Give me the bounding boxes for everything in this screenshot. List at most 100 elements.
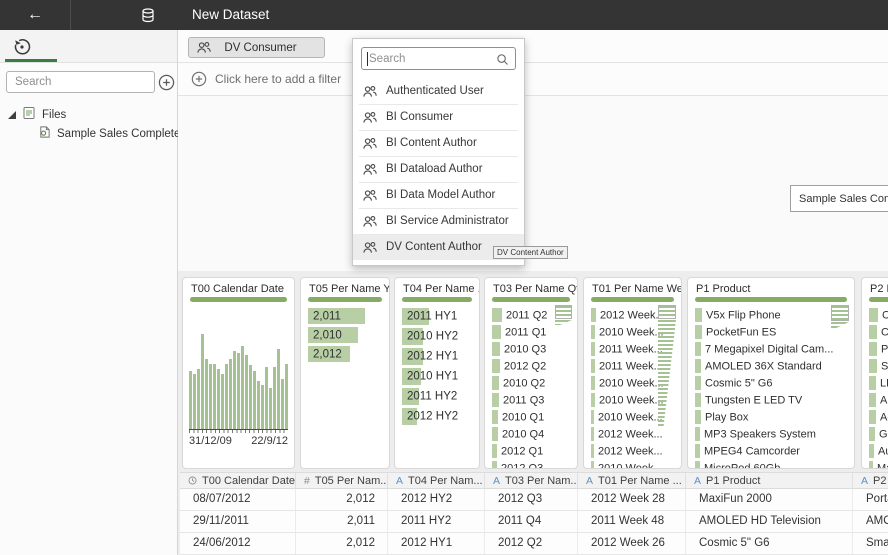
minimap-viewport[interactable] bbox=[555, 305, 572, 319]
sidebar-item-files[interactable]: Files bbox=[8, 106, 66, 123]
role-option[interactable]: Authenticated User bbox=[353, 78, 524, 104]
text-caret bbox=[367, 52, 368, 66]
value-list: 2011 HY12010 HY22012 HY12010 HY12011 HY2… bbox=[402, 307, 474, 427]
table-cell: 24/06/2012 bbox=[180, 533, 296, 554]
value-label: 2010 Week... bbox=[598, 411, 663, 423]
values-minimap[interactable] bbox=[831, 305, 849, 328]
table-cell: 29/11/2011 bbox=[180, 511, 296, 532]
value-label: 2012 HY1 bbox=[407, 351, 458, 363]
table-header-row: T00 Calendar Date#T05 Per Nam...AT04 Per… bbox=[180, 472, 888, 489]
value-label: V5x Flip Phone bbox=[706, 309, 781, 321]
role-option[interactable]: BI Consumer bbox=[353, 104, 524, 130]
quality-bar bbox=[492, 297, 570, 302]
value-label: 2010 Q4 bbox=[502, 428, 544, 440]
column-card[interactable]: T03 Per Name Qtr2011 Q22011 Q12010 Q3201… bbox=[484, 277, 578, 469]
role-dropdown: Authenticated UserBI ConsumerBI Content … bbox=[352, 38, 525, 266]
role-option[interactable]: BI Content Author bbox=[353, 130, 524, 156]
card-title: T03 Per Name Qtr bbox=[493, 283, 578, 295]
value-label: 2012 Q1 bbox=[501, 445, 543, 457]
value-bar bbox=[591, 427, 594, 441]
table-column-header[interactable]: AT01 Per Name ... bbox=[578, 473, 686, 488]
table-column-header[interactable]: T00 Calendar Date bbox=[180, 473, 296, 488]
sidebar-item-dataset[interactable]: Sample Sales Complete... bbox=[38, 125, 190, 142]
hist-bar bbox=[213, 364, 216, 429]
value-bar bbox=[695, 308, 702, 322]
minimap-tail bbox=[555, 320, 572, 325]
role-option[interactable]: BI Data Model Author bbox=[353, 182, 524, 208]
value-item: 2010 Q2 bbox=[492, 375, 572, 392]
table-column-header[interactable]: AT03 Per Nam... bbox=[485, 473, 578, 488]
value-bar bbox=[591, 325, 595, 339]
column-card[interactable]: T01 Per Name Week 2012 Week... 2010 Week..… bbox=[583, 277, 682, 469]
role-filter-chip[interactable]: DV Consumer bbox=[188, 37, 325, 58]
quality-bar bbox=[402, 297, 472, 302]
page-title: New Dataset bbox=[192, 7, 269, 22]
quality-bar bbox=[591, 297, 674, 302]
card-title: T01 Per Name Week bbox=[592, 283, 682, 295]
value-label: 2012 HY2 bbox=[407, 411, 458, 423]
table-column-header[interactable]: A P1 Product bbox=[686, 473, 853, 488]
column-card[interactable]: T00 Calendar Date31/12/0922/9/12 bbox=[182, 277, 295, 469]
back-button[interactable]: ← bbox=[0, 0, 70, 30]
value-list: V5x Flip PhonePocketFun ES7 Megapixel Di… bbox=[695, 307, 849, 469]
table-cell: MaxiFun 2000 bbox=[686, 489, 853, 510]
value-item: 2012 Q2 bbox=[492, 358, 572, 375]
value-item: 2011 HY2 bbox=[402, 387, 474, 407]
table-column-header[interactable]: AP2 Pr bbox=[853, 473, 888, 488]
sidebar-tabs bbox=[0, 30, 177, 62]
value-item: Audio bbox=[869, 443, 888, 460]
value-label: Tungsten E LED TV bbox=[705, 394, 802, 406]
users-icon bbox=[363, 85, 377, 98]
column-card[interactable]: P2 ProCell PhCamePortabSmartLEDAMOLAcces… bbox=[861, 277, 888, 469]
value-item: Smart bbox=[869, 358, 888, 375]
value-label: 2010 HY1 bbox=[407, 371, 458, 383]
column-header-label: T04 Per Nam... bbox=[408, 475, 483, 487]
role-option[interactable]: BI Service Administrator bbox=[353, 208, 524, 234]
dropdown-search-input[interactable] bbox=[369, 48, 499, 69]
hist-bar bbox=[277, 349, 280, 429]
values-minimap[interactable] bbox=[658, 305, 676, 428]
value-item: 2012 Week... bbox=[591, 443, 676, 460]
add-filter-bar[interactable]: Click here to add a filter bbox=[178, 62, 888, 96]
dataset-node[interactable]: Sample Sales Comple bbox=[790, 185, 888, 212]
users-icon bbox=[363, 111, 377, 124]
value-label: MicroPod 60Gb bbox=[704, 462, 780, 469]
table-cell: 2,011 bbox=[296, 511, 388, 532]
column-card[interactable]: P1 ProductV5x Flip PhonePocketFun ES7 Me… bbox=[687, 277, 855, 469]
hist-bar bbox=[201, 334, 204, 429]
value-bar bbox=[591, 308, 596, 322]
value-label: 2010 Q3 bbox=[504, 343, 546, 355]
column-card[interactable]: T05 Per Name Y...2,0112,0102,012 bbox=[300, 277, 390, 469]
users-icon bbox=[197, 41, 211, 54]
hist-bar bbox=[233, 351, 236, 429]
topbar-divider bbox=[70, 0, 71, 30]
tabs-border bbox=[0, 62, 177, 63]
value-label: 2,010 bbox=[313, 329, 342, 341]
add-button[interactable] bbox=[158, 74, 175, 91]
table-row: 29/11/20112,0112011 HY22011 Q42011 Week … bbox=[180, 511, 888, 533]
minimap-viewport[interactable] bbox=[831, 305, 849, 321]
value-label: AMOLED 36X Standard bbox=[705, 360, 822, 372]
table-column-header[interactable]: AT04 Per Nam... bbox=[388, 473, 485, 488]
table-column-header[interactable]: #T05 Per Nam... bbox=[296, 473, 388, 488]
hist-bar bbox=[265, 367, 268, 429]
role-option[interactable]: BI Dataload Author bbox=[353, 156, 524, 182]
value-item: AMOL bbox=[869, 392, 888, 409]
value-item: 2012 Q1 bbox=[492, 443, 572, 460]
value-label: Audio bbox=[878, 445, 888, 457]
column-header-label: T00 Calendar Date bbox=[202, 475, 295, 487]
table-cell: Cosmic 5" G6 bbox=[686, 533, 853, 554]
value-item: 2011 Q3 bbox=[492, 392, 572, 409]
values-minimap[interactable] bbox=[555, 305, 572, 325]
sidebar-search-input[interactable] bbox=[6, 71, 155, 93]
attribute-type-icon: A bbox=[694, 475, 701, 487]
value-bar bbox=[869, 308, 878, 322]
column-header-label: P1 Product bbox=[706, 475, 760, 487]
connections-tab-icon[interactable] bbox=[13, 38, 31, 56]
value-list: Cell PhCamePortabSmartLEDAMOLAccesGaminA… bbox=[869, 307, 888, 469]
expander-icon[interactable] bbox=[8, 111, 16, 119]
value-label: Cosmic 5" G6 bbox=[705, 377, 772, 389]
column-card[interactable]: T04 Per Name ...2011 HY12010 HY22012 HY1… bbox=[394, 277, 480, 469]
quality-toolbar: DV Consumer bbox=[178, 30, 888, 62]
minimap-viewport[interactable] bbox=[658, 305, 676, 319]
